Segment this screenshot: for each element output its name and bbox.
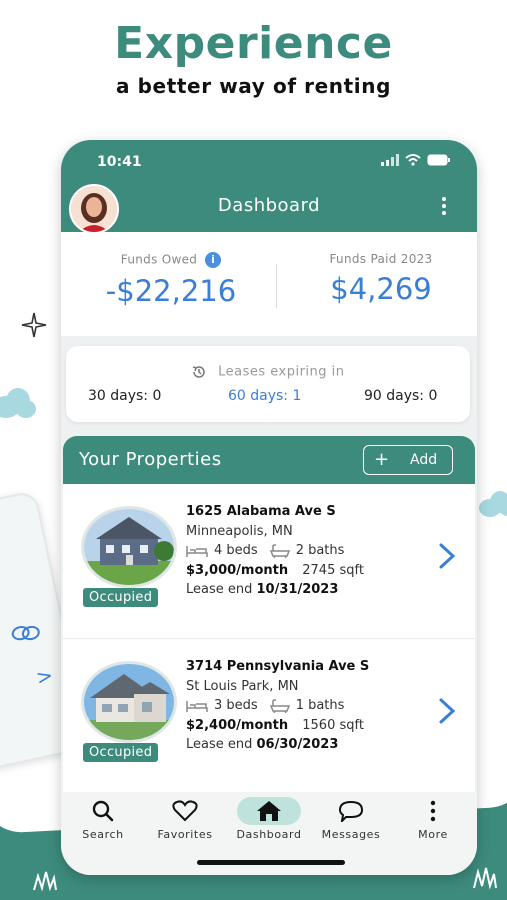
nav-search[interactable]: Search [63,796,143,841]
phone-frame: 10:41 Dashboard Funds Owed i -$22,216 Fu… [61,140,477,875]
bed-icon [186,700,208,712]
property-beds: 3 beds [214,698,258,713]
status-icons [381,154,451,166]
add-property-button[interactable]: + Add [363,445,453,475]
nav-favorites[interactable]: Favorites [145,796,225,841]
search-icon [92,800,114,822]
funds-owed-label: Funds Owed [120,252,198,267]
cloud-right-decoration [479,491,507,517]
property-city: St Louis Park, MN [186,679,299,694]
wifi-icon [405,154,421,166]
property-baths: 2 baths [295,543,345,558]
nav-messages[interactable]: Messages [311,796,391,841]
status-time: 10:41 [97,154,142,170]
properties-header: Your Properties + Add [63,436,475,484]
property-sqft: 2745 sqft [302,563,364,578]
chevron-right-icon[interactable] [437,542,457,570]
funds-owed-value: -$22,216 [105,274,237,308]
property-beds: 4 beds [214,543,258,558]
status-badge: Occupied [83,588,159,607]
status-badge: Occupied [83,743,159,762]
sparkle-icon [21,312,47,338]
property-city: Minneapolis, MN [186,524,293,539]
nav-dashboard[interactable]: Dashboard [229,796,309,841]
properties-title: Your Properties [79,449,222,470]
chevron-right-icon[interactable] [437,697,457,725]
funds-paid-block: Funds Paid 2023 $4,269 [281,252,477,306]
plus-icon: + [374,449,390,470]
funds-paid-value: $4,269 [330,272,432,306]
add-label: Add [410,452,438,468]
property-card[interactable]: Occupied 1625 Alabama Ave S Minneapolis,… [63,484,475,639]
property-sqft: 1560 sqft [302,718,364,733]
more-vertical-icon [430,800,436,822]
property-address: 3714 Pennsylvania Ave S [186,659,370,674]
property-card[interactable]: Occupied 3714 Pennsylvania Ave S St Loui… [63,639,475,793]
info-icon[interactable]: i [205,252,222,268]
properties-section: Your Properties + Add Occupied 1625 Alab… [63,436,475,796]
lease-end-label: Lease end [186,737,253,752]
cloud-left-decoration [0,388,36,418]
funds-paid-label: Funds Paid 2023 [329,252,433,266]
property-rent: $2,400/month [186,718,289,733]
history-icon [193,366,206,378]
lease-end-date: 10/31/2023 [256,582,339,597]
promo-subline: a better way of renting [115,74,392,98]
nav-more[interactable]: More [393,796,473,841]
signal-icon [381,154,399,166]
nav-label: Messages [321,828,381,841]
bath-icon [269,543,290,558]
heart-icon [172,800,198,822]
property-photo [81,506,177,588]
property-baths: 1 baths [295,698,345,713]
lease-option-30[interactable]: 30 days: 0 [88,388,161,404]
grass-left-decoration [33,871,57,892]
chevron-right-icon: > [33,662,56,690]
app-header: 10:41 Dashboard [61,140,477,234]
funds-summary: Funds Owed i -$22,216 Funds Paid 2023 $4,… [61,232,477,336]
property-photo [81,661,177,743]
bed-icon [186,545,208,557]
lease-end-label: Lease end [186,582,253,597]
lease-option-90[interactable]: 90 days: 0 [364,388,437,404]
property-address: 1625 Alabama Ave S [186,504,336,519]
promo-headline: Experience [114,18,393,69]
kebab-menu-icon[interactable] [437,196,451,216]
property-rent: $3,000/month [186,563,289,578]
chat-bubbles-icon [11,625,40,641]
leases-title: Leases expiring in [218,364,345,380]
funds-divider [276,264,277,308]
nav-label: Favorites [157,828,213,841]
nav-label: Search [82,828,124,841]
funds-owed-block: Funds Owed i -$22,216 [71,252,271,308]
lease-end-date: 06/30/2023 [256,737,339,752]
chat-bubble-icon [338,800,364,822]
header-title: Dashboard [217,195,321,216]
leases-expiring-card: Leases expiring in 30 days: 0 60 days: 1… [66,346,470,422]
home-indicator [197,860,345,865]
lease-option-60[interactable]: 60 days: 1 [228,388,301,404]
nav-label: More [418,828,448,841]
nav-label: Dashboard [236,828,302,841]
home-icon [257,801,281,821]
bath-icon [269,698,290,713]
battery-icon [427,154,450,166]
